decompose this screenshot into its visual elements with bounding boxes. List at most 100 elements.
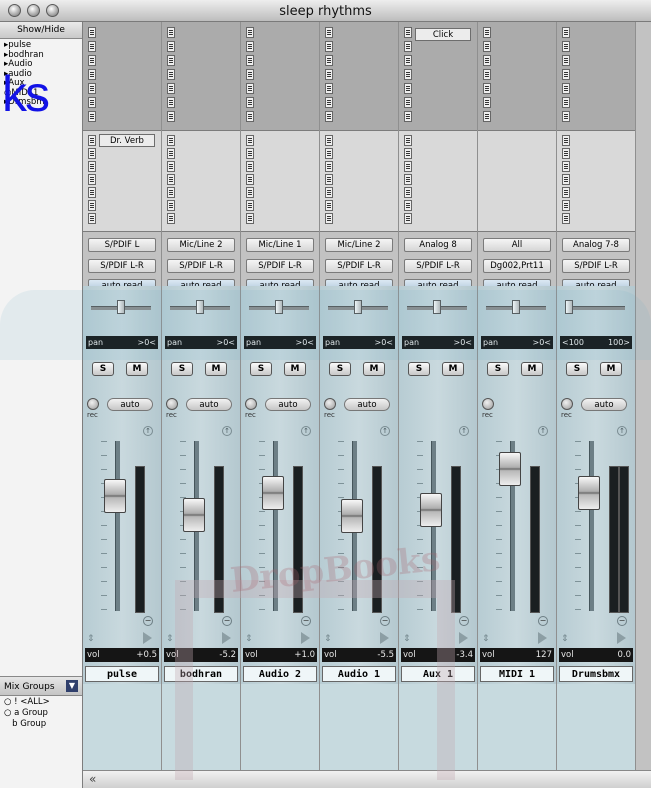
insert-slot-icon[interactable] [325,174,333,185]
insert-slot-icon[interactable] [483,83,491,94]
play-icon[interactable] [538,632,547,644]
minus-icon[interactable]: − [222,616,232,626]
auto-button[interactable]: auto [344,398,390,411]
insert-plugin-button[interactable]: Dr. Verb [99,134,155,147]
insert-slot-icon[interactable] [246,161,254,172]
insert-slot-icon[interactable] [562,174,570,185]
insert-slot-icon[interactable] [483,111,491,122]
group-item[interactable]: ○ ! <ALL> [4,697,86,708]
mix-groups-header[interactable]: Mix Groups ▼ [0,676,82,696]
stepper-icon[interactable]: ⇕ [482,634,490,644]
pan-slider[interactable] [249,300,309,314]
volume-fader[interactable] [420,493,442,527]
pan-knob[interactable] [275,300,283,314]
play-icon[interactable] [143,632,152,644]
insert-slot-icon[interactable] [246,200,254,211]
input-select[interactable]: Analog 8 [404,238,472,252]
insert-slot-icon[interactable] [562,69,570,80]
insert-slot-icon[interactable] [562,111,570,122]
collapse-left-icon[interactable]: « [89,772,96,786]
up-arrow-icon[interactable]: ↑ [538,426,548,436]
minus-icon[interactable]: − [301,616,311,626]
insert-slot-icon[interactable] [562,148,570,159]
pan-slider[interactable] [486,300,546,314]
insert-slot-icon[interactable] [325,187,333,198]
up-arrow-icon[interactable]: ↑ [301,426,311,436]
track-name[interactable]: bodhran [164,666,238,682]
stepper-icon[interactable]: ⇕ [245,634,253,644]
insert-slot-icon[interactable] [246,187,254,198]
insert-slot-icon[interactable] [167,41,175,52]
input-select[interactable]: Mic/Line 2 [325,238,393,252]
insert-slot-icon[interactable] [562,161,570,172]
mute-button[interactable]: M [126,362,148,376]
insert-slot-icon[interactable] [167,69,175,80]
insert-slot-icon[interactable] [167,174,175,185]
insert-slot-icon[interactable] [167,200,175,211]
mute-button[interactable]: M [205,362,227,376]
record-enable-icon[interactable] [245,398,257,410]
pan-knob[interactable] [117,300,125,314]
minus-icon[interactable]: − [538,616,548,626]
insert-slot-icon[interactable] [88,111,96,122]
insert-slot-icon[interactable] [88,135,96,146]
pan-knob[interactable] [196,300,204,314]
insert-slot-icon[interactable] [88,97,96,108]
insert-slot-icon[interactable] [167,111,175,122]
stepper-icon[interactable]: ⇕ [324,634,332,644]
pan-knob[interactable] [565,300,573,314]
insert-slot-icon[interactable] [246,83,254,94]
insert-slot-icon[interactable] [325,161,333,172]
insert-slot-icon[interactable] [167,161,175,172]
record-enable-icon[interactable] [482,398,494,410]
insert-slot-icon[interactable] [325,148,333,159]
insert-slot-icon[interactable] [88,213,96,224]
play-icon[interactable] [617,632,626,644]
insert-slot-icon[interactable] [167,55,175,66]
record-enable-icon[interactable] [324,398,336,410]
insert-slot-icon[interactable] [246,97,254,108]
group-item[interactable]: b Group [4,719,86,730]
up-arrow-icon[interactable]: ↑ [617,426,627,436]
up-arrow-icon[interactable]: ↑ [459,426,469,436]
mute-button[interactable]: M [363,362,385,376]
minus-icon[interactable]: − [459,616,469,626]
insert-slot-icon[interactable] [88,83,96,94]
insert-slot-icon[interactable] [88,200,96,211]
track-name[interactable]: pulse [85,666,159,682]
insert-slot-icon[interactable] [404,83,412,94]
group-item[interactable]: ○ a Group [4,708,86,719]
insert-slot-icon[interactable] [325,27,333,38]
insert-slot-icon[interactable] [325,135,333,146]
insert-slot-icon[interactable] [562,41,570,52]
insert-slot-icon[interactable] [325,83,333,94]
insert-slot-icon[interactable] [167,213,175,224]
insert-slot-icon[interactable] [246,27,254,38]
pan-slider[interactable] [328,300,388,314]
show-hide-button[interactable]: Show/Hide [0,22,82,39]
auto-button[interactable]: auto [186,398,232,411]
solo-button[interactable]: S [408,362,430,376]
volume-fader[interactable] [183,498,205,532]
insert-slot-icon[interactable] [562,27,570,38]
output-select[interactable]: S/PDIF L-R [404,259,472,273]
input-select[interactable]: Mic/Line 2 [167,238,235,252]
insert-slot-icon[interactable] [167,135,175,146]
volume-fader[interactable] [499,452,521,486]
volume-fader[interactable] [104,479,126,513]
input-select[interactable]: Analog 7-8 [562,238,630,252]
insert-slot-icon[interactable] [167,187,175,198]
insert-slot-icon[interactable] [246,111,254,122]
mute-button[interactable]: M [521,362,543,376]
insert-slot-icon[interactable] [88,55,96,66]
insert-slot-icon[interactable] [88,187,96,198]
up-arrow-icon[interactable]: ↑ [380,426,390,436]
solo-button[interactable]: S [171,362,193,376]
insert-slot-icon[interactable] [404,161,412,172]
insert-slot-icon[interactable] [88,69,96,80]
insert-slot-icon[interactable] [325,69,333,80]
minus-icon[interactable]: − [143,616,153,626]
input-select[interactable]: Mic/Line 1 [246,238,314,252]
insert-slot-icon[interactable] [167,27,175,38]
insert-slot-icon[interactable] [404,69,412,80]
